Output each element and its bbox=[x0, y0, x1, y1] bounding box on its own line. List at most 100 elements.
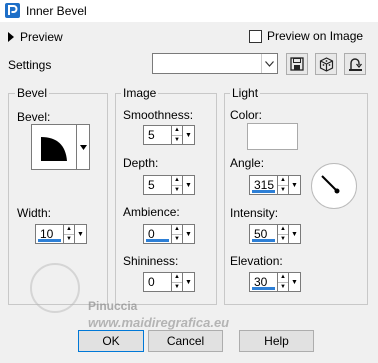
caret-down-icon: ▼ bbox=[291, 278, 298, 286]
expand-arrow-icon bbox=[8, 32, 14, 42]
dice-icon bbox=[319, 56, 333, 72]
width-label: Width: bbox=[17, 206, 52, 220]
down-arrow-icon[interactable]: ▼ bbox=[64, 233, 74, 244]
elevation-spinbox[interactable]: 30 ▲ ▼ ▼ bbox=[249, 272, 301, 292]
depth-value: 5 bbox=[148, 178, 155, 192]
down-arrow-icon[interactable]: ▼ bbox=[172, 281, 182, 292]
bevel-group-title: Bevel bbox=[15, 86, 50, 100]
down-arrow-icon[interactable]: ▼ bbox=[172, 233, 182, 244]
smoothness-up-down[interactable]: ▲ ▼ bbox=[172, 125, 183, 145]
title-bar: Inner Bevel bbox=[0, 0, 378, 22]
depth-spinbox[interactable]: 5 ▲ ▼ ▼ bbox=[143, 175, 195, 195]
angle-input[interactable]: 315 bbox=[249, 175, 278, 195]
checkbox-box[interactable] bbox=[249, 29, 262, 43]
caret-down-icon: ▼ bbox=[291, 230, 298, 238]
preview-on-image-checkbox[interactable]: Preview on Image bbox=[249, 29, 363, 43]
reset-icon bbox=[348, 57, 362, 71]
shininess-dropdown-button[interactable]: ▼ bbox=[183, 272, 195, 292]
shininess-up-down[interactable]: ▲ ▼ bbox=[172, 272, 183, 292]
elevation-dropdown-button[interactable]: ▼ bbox=[289, 272, 301, 292]
shininess-value: 0 bbox=[148, 275, 155, 289]
intensity-dropdown-button[interactable]: ▼ bbox=[289, 224, 301, 244]
up-arrow-icon[interactable]: ▲ bbox=[278, 225, 288, 234]
down-arrow-icon[interactable]: ▼ bbox=[278, 184, 288, 195]
ambience-up-down[interactable]: ▲ ▼ bbox=[172, 224, 183, 244]
bevel-shape-preview[interactable] bbox=[31, 124, 77, 170]
reset-button[interactable] bbox=[344, 53, 366, 75]
watermark-name: Pinuccia bbox=[88, 299, 138, 313]
ambience-input[interactable]: 0 bbox=[143, 224, 172, 244]
caret-down-icon: ▼ bbox=[185, 278, 192, 286]
up-arrow-icon[interactable]: ▲ bbox=[172, 176, 182, 185]
elevation-input[interactable]: 30 bbox=[249, 272, 278, 292]
save-preset-button[interactable] bbox=[286, 53, 308, 75]
light-group-title: Light bbox=[230, 86, 261, 100]
cancel-button[interactable]: Cancel bbox=[148, 330, 223, 352]
width-spinbox[interactable]: 10 ▲ ▼ ▼ bbox=[35, 224, 87, 244]
shininess-input[interactable]: 0 bbox=[143, 272, 172, 292]
chevron-down-icon[interactable] bbox=[261, 54, 277, 73]
angle-dropdown-button[interactable]: ▼ bbox=[289, 175, 301, 195]
down-arrow-icon[interactable]: ▼ bbox=[278, 233, 288, 244]
save-icon bbox=[290, 57, 304, 71]
ambience-spinbox[interactable]: 0 ▲ ▼ ▼ bbox=[143, 224, 195, 244]
smoothness-dropdown-button[interactable]: ▼ bbox=[183, 125, 195, 145]
up-arrow-icon[interactable]: ▲ bbox=[278, 176, 288, 185]
preview-label: Preview bbox=[20, 30, 63, 44]
down-arrow-icon[interactable]: ▼ bbox=[172, 134, 182, 145]
angle-spinbox[interactable]: 315 ▲ ▼ ▼ bbox=[249, 175, 301, 195]
ok-button[interactable]: OK bbox=[78, 330, 144, 352]
smoothness-input[interactable]: 5 bbox=[143, 125, 172, 145]
down-arrow-icon[interactable]: ▼ bbox=[172, 184, 182, 195]
watermark-logo bbox=[30, 263, 80, 313]
settings-label: Settings bbox=[8, 58, 52, 72]
shininess-label: Shininess: bbox=[123, 254, 179, 268]
elevation-level-bar bbox=[252, 287, 275, 290]
angle-dial[interactable] bbox=[311, 163, 357, 209]
angle-label: Angle: bbox=[230, 156, 265, 170]
ambience-dropdown-button[interactable]: ▼ bbox=[183, 224, 195, 244]
caret-down-icon: ▼ bbox=[291, 181, 298, 189]
window-title: Inner Bevel bbox=[26, 4, 87, 18]
depth-dropdown-button[interactable]: ▼ bbox=[183, 175, 195, 195]
elevation-up-down[interactable]: ▲ ▼ bbox=[278, 272, 289, 292]
up-arrow-icon[interactable]: ▲ bbox=[278, 273, 288, 282]
width-dropdown-button[interactable]: ▼ bbox=[75, 224, 87, 244]
angle-up-down[interactable]: ▲ ▼ bbox=[278, 175, 289, 195]
light-color-swatch[interactable] bbox=[247, 123, 298, 150]
color-label: Color: bbox=[230, 108, 263, 122]
intensity-level-bar bbox=[252, 239, 275, 242]
bevel-shape-icon bbox=[41, 137, 67, 161]
smoothness-label: Smoothness: bbox=[123, 108, 194, 122]
intensity-label: Intensity: bbox=[230, 206, 279, 220]
intensity-up-down[interactable]: ▲ ▼ bbox=[278, 224, 289, 244]
width-level-bar bbox=[38, 239, 61, 242]
preview-toggle[interactable]: Preview bbox=[8, 30, 63, 44]
smoothness-spinbox[interactable]: 5 ▲ ▼ ▼ bbox=[143, 125, 195, 145]
down-arrow-icon[interactable]: ▼ bbox=[278, 281, 288, 292]
intensity-spinbox[interactable]: 50 ▲ ▼ ▼ bbox=[249, 224, 301, 244]
caret-down-icon: ▼ bbox=[185, 230, 192, 238]
preview-on-image-label: Preview on Image bbox=[267, 29, 364, 43]
up-arrow-icon[interactable]: ▲ bbox=[172, 225, 182, 234]
intensity-input[interactable]: 50 bbox=[249, 224, 278, 244]
randomize-button[interactable] bbox=[315, 53, 337, 75]
width-input[interactable]: 10 bbox=[35, 224, 64, 244]
up-arrow-icon[interactable]: ▲ bbox=[172, 126, 182, 135]
depth-label: Depth: bbox=[123, 156, 159, 170]
ambience-level-bar bbox=[146, 239, 169, 242]
paintshop-app-icon bbox=[5, 3, 20, 18]
image-group-title: Image bbox=[121, 86, 159, 100]
width-up-down[interactable]: ▲ ▼ bbox=[64, 224, 75, 244]
up-arrow-icon[interactable]: ▲ bbox=[64, 225, 74, 234]
depth-input[interactable]: 5 bbox=[143, 175, 172, 195]
settings-combobox[interactable] bbox=[152, 53, 278, 74]
help-button[interactable]: Help bbox=[239, 330, 314, 352]
bevel-dropdown-button[interactable] bbox=[77, 124, 90, 170]
angle-dial-pointer-icon bbox=[321, 175, 340, 194]
depth-up-down[interactable]: ▲ ▼ bbox=[172, 175, 183, 195]
caret-down-icon: ▼ bbox=[77, 230, 84, 238]
caret-down-icon: ▼ bbox=[185, 181, 192, 189]
shininess-spinbox[interactable]: 0 ▲ ▼ ▼ bbox=[143, 272, 195, 292]
up-arrow-icon[interactable]: ▲ bbox=[172, 273, 182, 282]
